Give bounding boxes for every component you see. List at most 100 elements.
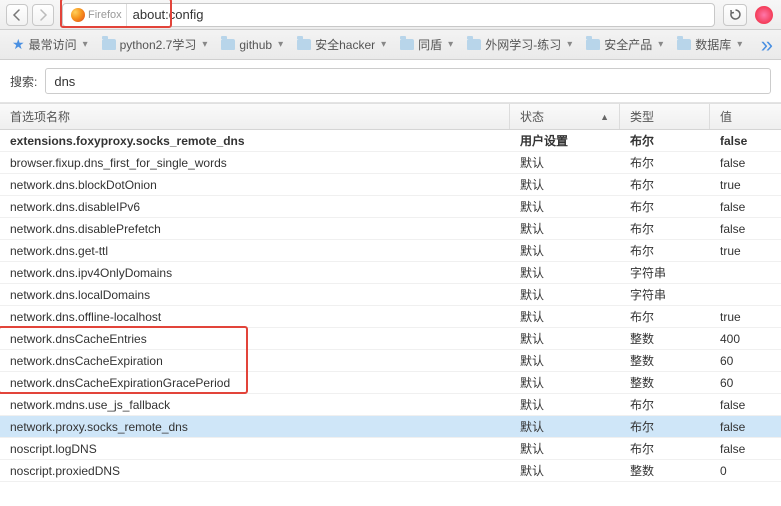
cell-name: network.dns.localDomains: [0, 288, 510, 302]
table-row[interactable]: network.dns.disablePrefetch默认布尔false: [0, 218, 781, 240]
table-row[interactable]: network.dnsCacheEntries默认整数400: [0, 328, 781, 350]
table-row[interactable]: noscript.proxiedDNS默认整数0: [0, 460, 781, 482]
bookmark-folder[interactable]: 同盾 ▾: [396, 34, 457, 55]
identity-label: Firefox: [88, 9, 122, 21]
col-type[interactable]: 类型: [620, 104, 710, 129]
bookmark-label: 数据库: [695, 36, 731, 53]
cell-type: 布尔: [620, 396, 710, 413]
table-header: 首选项名称 状态▲ 类型 值: [0, 104, 781, 130]
cell-type: 字符串: [620, 286, 710, 303]
cell-value: false: [710, 398, 781, 412]
cell-value: false: [710, 222, 781, 236]
table-row[interactable]: network.proxy.socks_remote_dns默认布尔false: [0, 416, 781, 438]
cell-type: 布尔: [620, 418, 710, 435]
bookmark-label: 同盾: [418, 36, 442, 53]
table-row[interactable]: network.mdns.use_js_fallback默认布尔false: [0, 394, 781, 416]
folder-icon: [677, 39, 691, 50]
star-icon: ★: [12, 36, 25, 53]
cell-status: 默认: [510, 440, 620, 457]
identity-box[interactable]: Firefox: [67, 4, 127, 26]
search-label: 搜索:: [10, 73, 37, 90]
col-status[interactable]: 状态▲: [510, 104, 620, 129]
cell-name: network.proxy.socks_remote_dns: [0, 420, 510, 434]
bookmark-label: github: [239, 38, 272, 52]
cell-value: false: [710, 156, 781, 170]
cell-status: 默认: [510, 242, 620, 259]
chevron-down-icon: ▾: [448, 39, 453, 50]
bookmark-folder[interactable]: github▾: [217, 34, 287, 55]
cell-type: 布尔: [620, 154, 710, 171]
most-visited[interactable]: ★ 最常访问 ▾: [8, 34, 92, 55]
bookmark-label: python2.7学习: [120, 36, 197, 53]
url-input[interactable]: Firefox about:config: [62, 3, 715, 27]
cell-status: 默认: [510, 374, 620, 391]
cell-name: network.dnsCacheExpirationGracePeriod: [0, 376, 510, 390]
cell-name: network.dns.disablePrefetch: [0, 222, 510, 236]
folder-icon: [400, 39, 414, 50]
cell-status: 默认: [510, 330, 620, 347]
cell-value: 0: [710, 464, 781, 478]
table-row[interactable]: network.dns.offline-localhost默认布尔true: [0, 306, 781, 328]
table-row[interactable]: network.dns.localDomains默认字符串: [0, 284, 781, 306]
cell-name: network.dns.get-ttl: [0, 244, 510, 258]
chevron-down-icon: ▾: [381, 39, 386, 50]
bookmark-folder[interactable]: 数据库 ▾: [673, 34, 746, 55]
cell-status: 默认: [510, 220, 620, 237]
cell-type: 布尔: [620, 176, 710, 193]
cell-name: network.dns.disableIPv6: [0, 200, 510, 214]
table-row[interactable]: extensions.foxyproxy.socks_remote_dns用户设…: [0, 130, 781, 152]
chevron-down-icon: ▾: [737, 39, 742, 50]
table-row[interactable]: browser.fixup.dns_first_for_single_words…: [0, 152, 781, 174]
col-value[interactable]: 值: [710, 104, 781, 129]
cell-name: network.dnsCacheExpiration: [0, 354, 510, 368]
bookmark-folder[interactable]: 安全hacker▾: [293, 34, 390, 55]
cell-type: 布尔: [620, 132, 710, 149]
cell-type: 整数: [620, 462, 710, 479]
sort-arrow-icon: ▲: [600, 112, 609, 122]
cell-value: true: [710, 244, 781, 258]
search-input[interactable]: [45, 68, 771, 94]
reload-button[interactable]: [723, 4, 747, 26]
col-name[interactable]: 首选项名称: [0, 104, 510, 129]
bookmark-label: 外网学习-练习: [485, 36, 561, 53]
cell-value: false: [710, 442, 781, 456]
cell-name: extensions.foxyproxy.socks_remote_dns: [0, 134, 510, 148]
back-button[interactable]: [6, 4, 28, 26]
chevron-down-icon: ▾: [567, 39, 572, 50]
search-row: 搜索:: [0, 60, 781, 103]
table-row[interactable]: network.dns.disableIPv6默认布尔false: [0, 196, 781, 218]
cell-name: network.mdns.use_js_fallback: [0, 398, 510, 412]
cell-status: 默认: [510, 198, 620, 215]
cell-status: 默认: [510, 154, 620, 171]
cell-status: 默认: [510, 308, 620, 325]
cell-value: true: [710, 310, 781, 324]
table-row[interactable]: noscript.logDNS默认布尔false: [0, 438, 781, 460]
bookmark-folder[interactable]: 安全产品▾: [582, 34, 667, 55]
table-row[interactable]: network.dnsCacheExpiration默认整数60: [0, 350, 781, 372]
table-row[interactable]: network.dns.get-ttl默认布尔true: [0, 240, 781, 262]
cell-value: false: [710, 200, 781, 214]
cell-type: 字符串: [620, 264, 710, 281]
bookmarks-overflow[interactable]: »: [761, 40, 773, 50]
cell-type: 布尔: [620, 220, 710, 237]
cell-type: 整数: [620, 330, 710, 347]
cell-status: 默认: [510, 286, 620, 303]
addon-shield-icon[interactable]: [755, 6, 773, 24]
cell-name: noscript.proxiedDNS: [0, 464, 510, 478]
bookmark-folder[interactable]: 外网学习-练习 ▾: [463, 34, 576, 55]
forward-button[interactable]: [32, 4, 54, 26]
cell-type: 布尔: [620, 198, 710, 215]
table-row[interactable]: network.dns.ipv4OnlyDomains默认字符串: [0, 262, 781, 284]
cell-status: 默认: [510, 396, 620, 413]
chevron-down-icon: ▾: [83, 39, 88, 50]
table-row[interactable]: network.dns.blockDotOnion默认布尔true: [0, 174, 781, 196]
folder-icon: [586, 39, 600, 50]
cell-name: network.dns.blockDotOnion: [0, 178, 510, 192]
table-row[interactable]: network.dnsCacheExpirationGracePeriod默认整…: [0, 372, 781, 394]
folder-icon: [467, 39, 481, 50]
cell-type: 布尔: [620, 308, 710, 325]
chevron-down-icon: ▾: [658, 39, 663, 50]
cell-value: false: [710, 134, 781, 148]
cell-type: 布尔: [620, 440, 710, 457]
bookmark-folder[interactable]: python2.7学习▾: [98, 34, 212, 55]
